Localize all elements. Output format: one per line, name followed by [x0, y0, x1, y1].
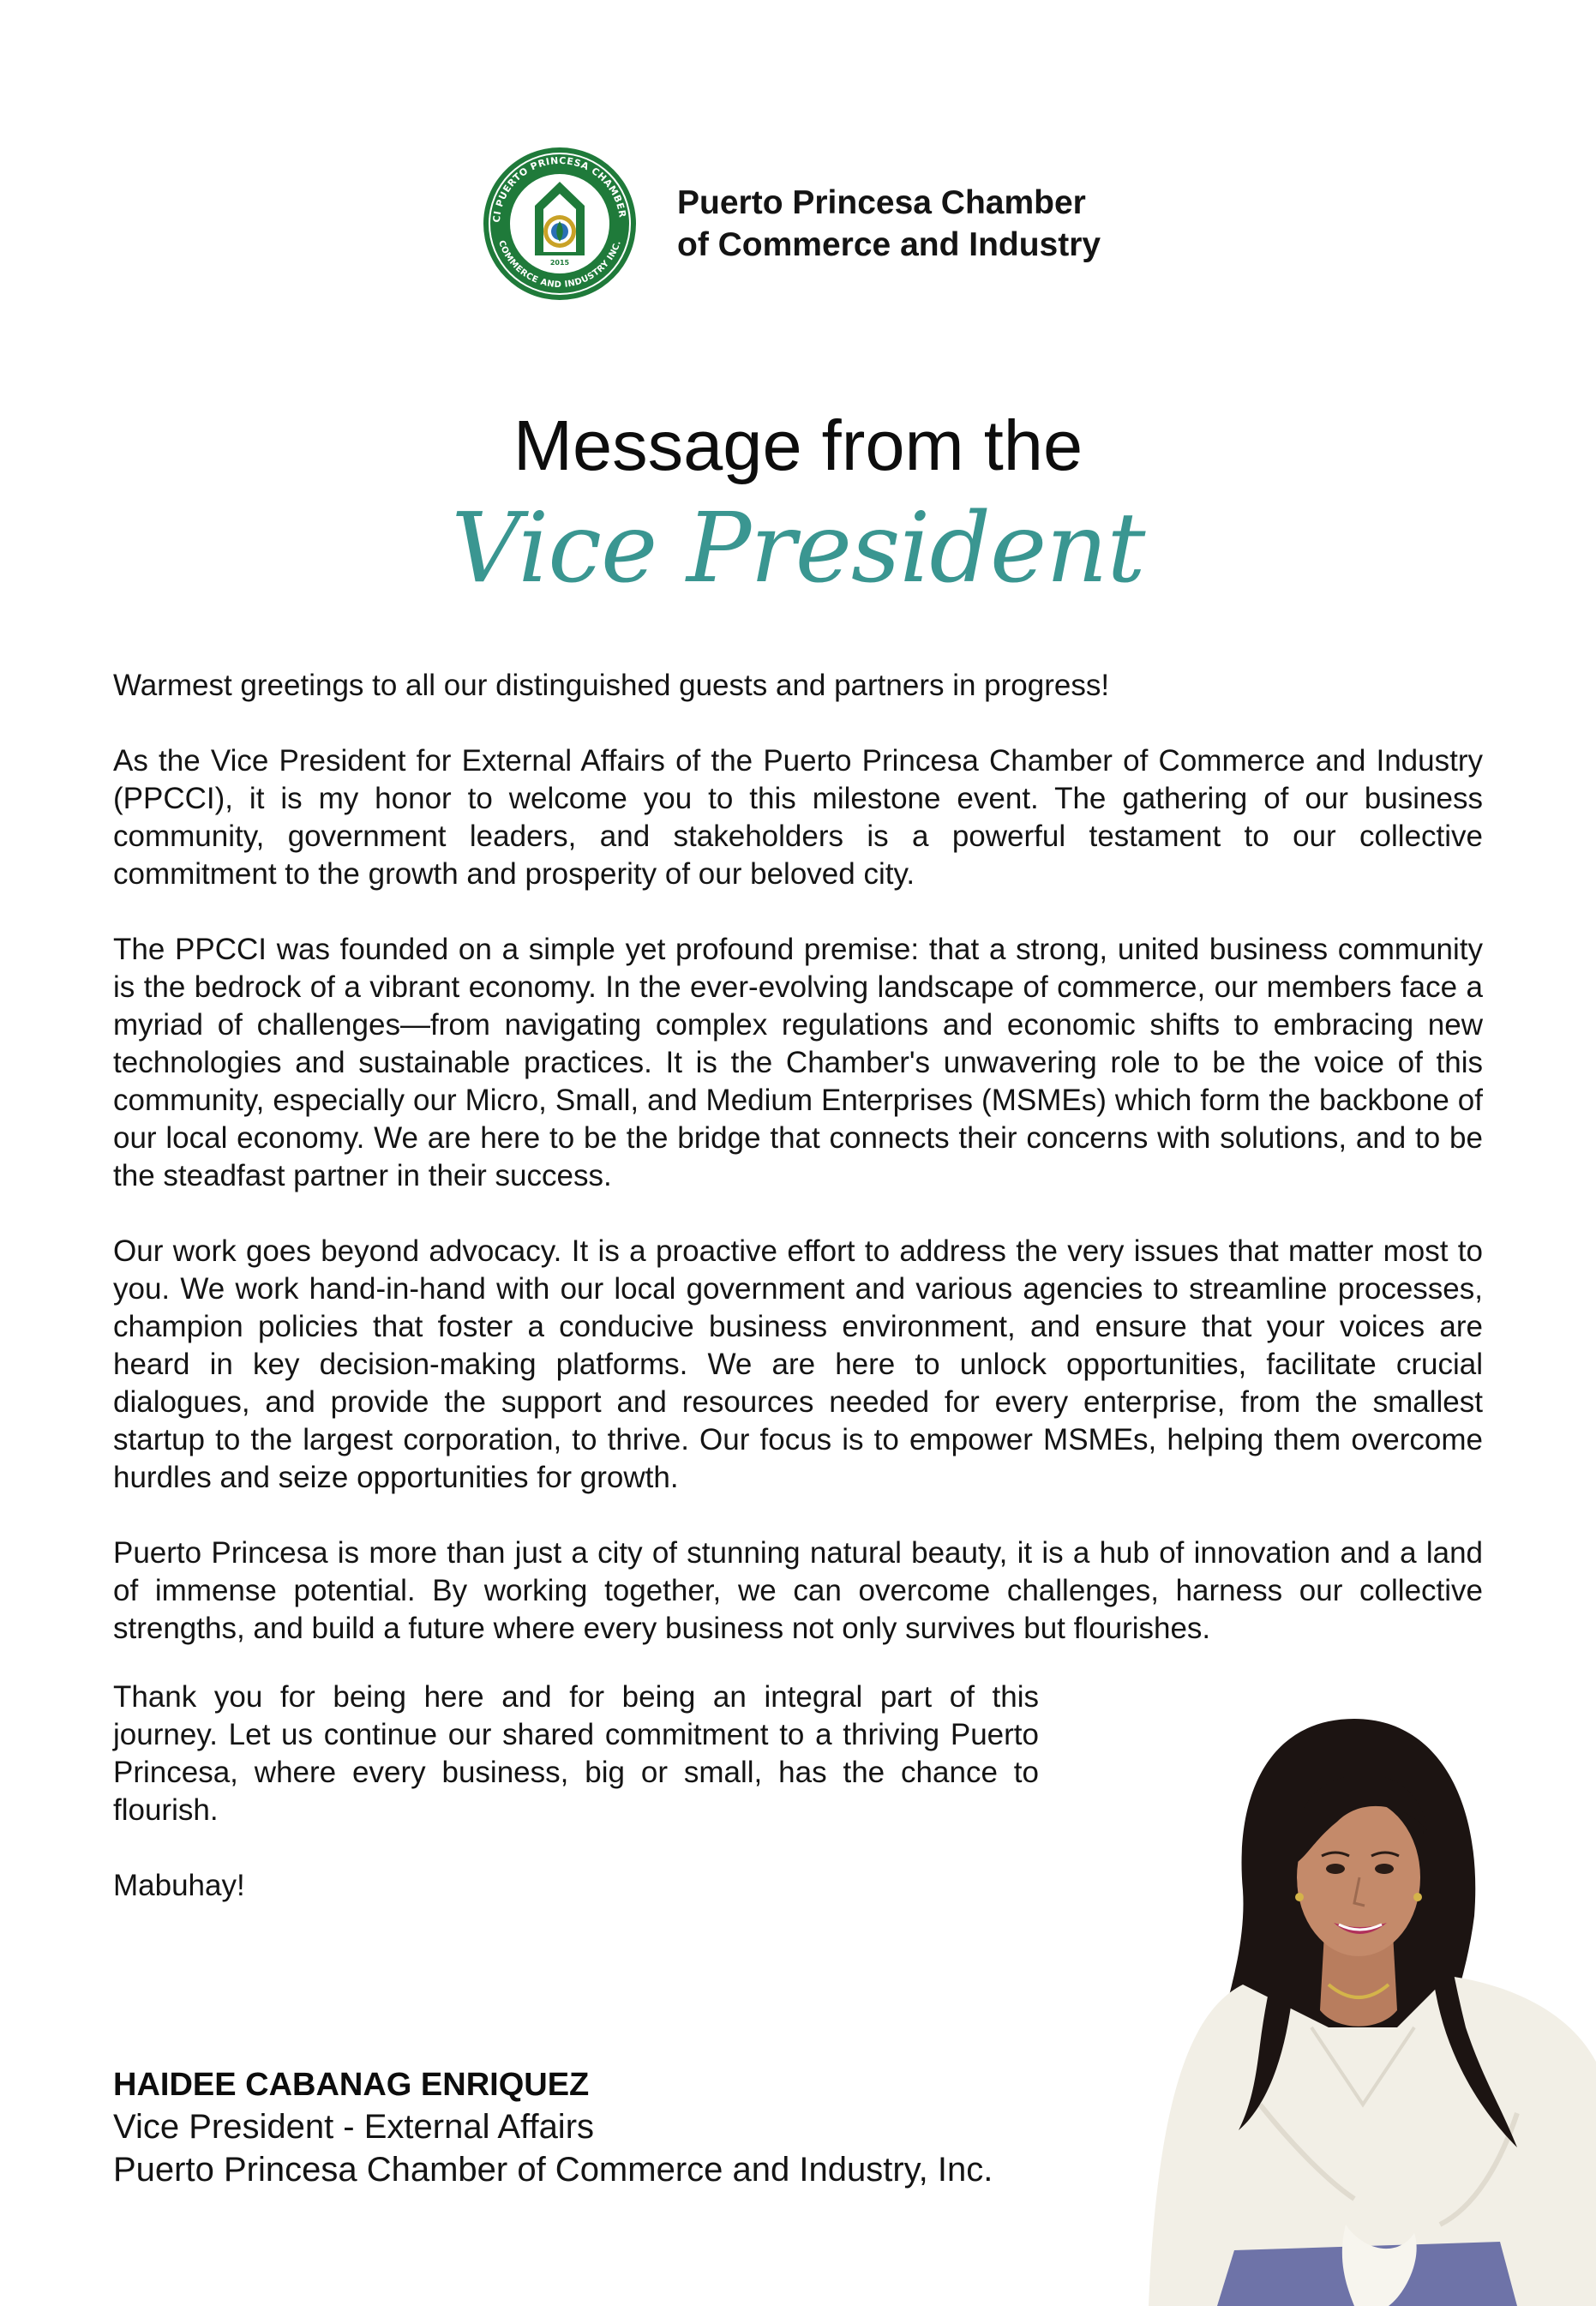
logo-year: 2015 — [550, 259, 570, 267]
signature-block: HAIDEE CABANAG ENRIQUEZ Vice President -… — [113, 2064, 1142, 2191]
organization-name-line2: of Commerce and Industry — [677, 226, 1101, 263]
signatory-name: HAIDEE CABANAG ENRIQUEZ — [113, 2067, 590, 2103]
organization-name: Puerto Princesa Chamber of Commerce and … — [677, 182, 1123, 266]
body-paragraph-1: As the Vice President for External Affai… — [113, 744, 1483, 891]
organization-name-line1: Puerto Princesa Chamber — [677, 184, 1086, 221]
ppcci-logo-icon: PCCI PUERTO PRINCESA CHAMBER OF COMMERCE… — [482, 146, 636, 300]
page-title-line1: Message from the — [513, 405, 1083, 485]
signatory-role: Vice President - External Affairs — [113, 2108, 595, 2146]
letterhead: PCCI PUERTO PRINCESA CHAMBER OF COMMERCE… — [482, 146, 1133, 302]
body-paragraph-2: The PPCCI was founded on a simple yet pr… — [113, 933, 1483, 1192]
body-paragraph-4: Puerto Princesa is more than just a city… — [113, 1536, 1483, 1645]
body-paragraph-3: Our work goes beyond advocacy. It is a p… — [113, 1234, 1483, 1494]
signatory-organization: Puerto Princesa Chamber of Commerce and … — [113, 2151, 993, 2189]
body-paragraph-5: Thank you for being here and for being a… — [113, 1680, 1039, 1827]
page-title-line2: Vice President — [451, 493, 1146, 604]
greeting-paragraph: Warmest greetings to all our distinguish… — [113, 669, 1110, 702]
vice-president-portrait-icon — [1149, 1719, 1596, 2306]
